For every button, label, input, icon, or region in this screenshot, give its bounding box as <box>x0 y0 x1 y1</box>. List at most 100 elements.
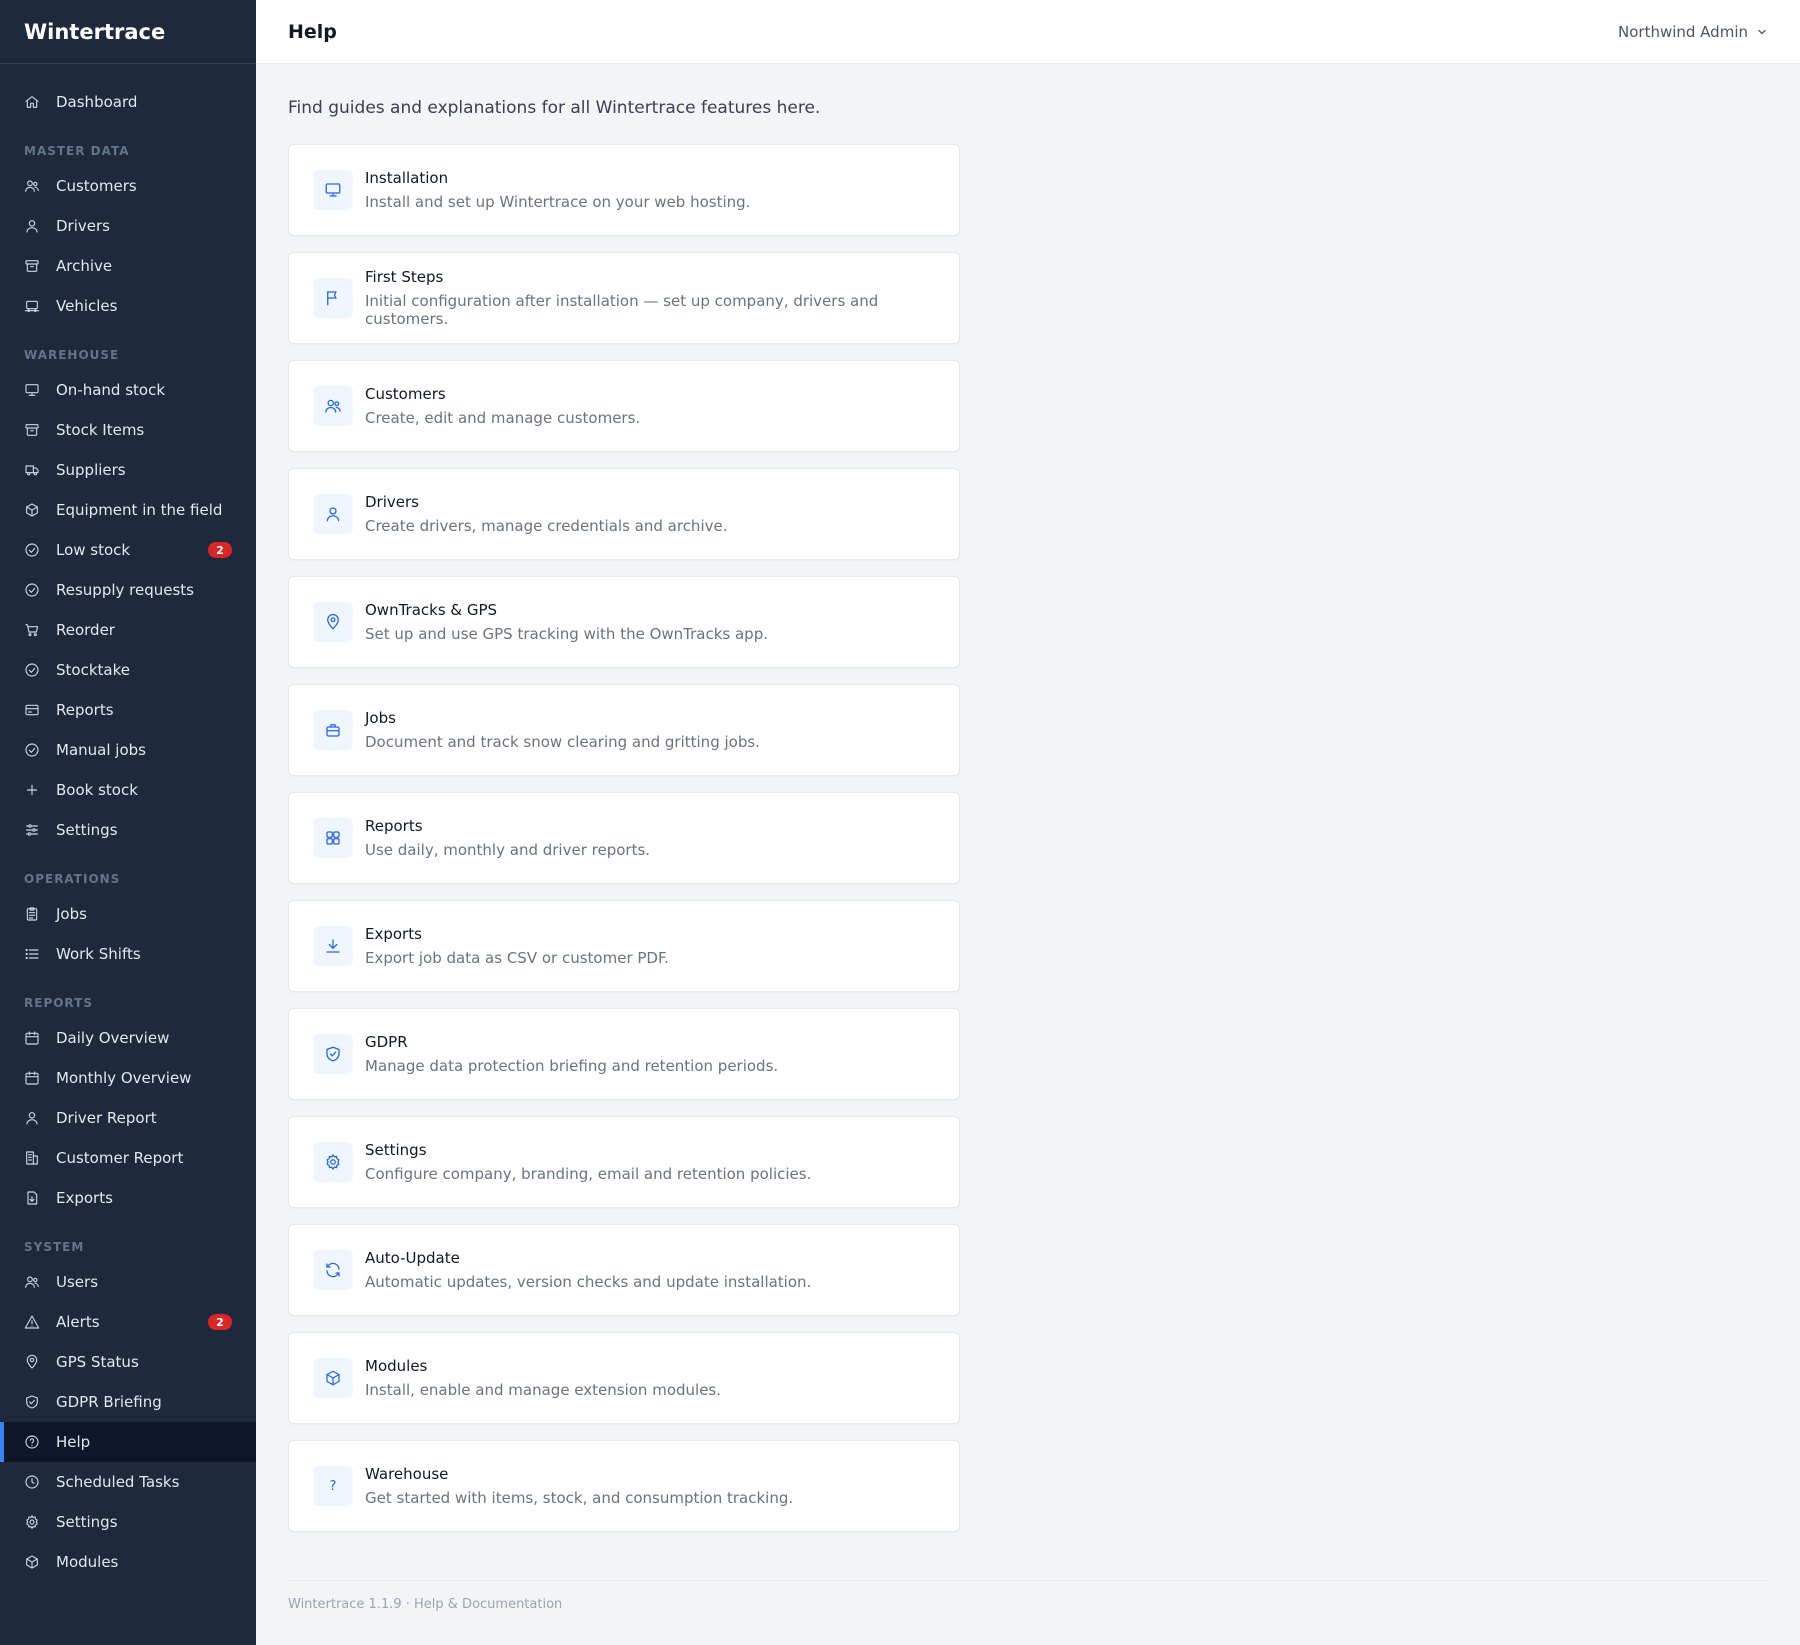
sidebar-item-users[interactable]: Users <box>0 1262 256 1302</box>
sidebar-item-stocktake[interactable]: Stocktake <box>0 650 256 690</box>
question-mark-icon: ? <box>313 1466 353 1506</box>
help-card-installation[interactable]: Installation Install and set up Wintertra… <box>288 144 960 236</box>
user-name: Northwind Admin <box>1618 22 1748 41</box>
users-icon <box>24 1274 40 1290</box>
sidebar-item-reorder[interactable]: Reorder <box>0 610 256 650</box>
help-card-description: Configure company, branding, email and r… <box>365 1165 812 1183</box>
sidebar-item-reports-wh[interactable]: Reports <box>0 690 256 730</box>
help-card-title: Reports <box>365 817 423 835</box>
footer-text: Wintertrace 1.1.9 · Help & Documentation <box>288 1597 563 1612</box>
sidebar-item-work-shifts[interactable]: Work Shifts <box>0 934 256 974</box>
download-icon <box>313 926 353 966</box>
help-card-text: Jobs Document and track snow clearing and… <box>365 709 760 751</box>
sidebar-item-label: Dashboard <box>56 93 138 111</box>
sidebar-item-stock-items[interactable]: Stock Items <box>0 410 256 450</box>
sidebar-item-exports[interactable]: Exports <box>0 1178 256 1218</box>
sidebar-item-resupply[interactable]: Resupply requests <box>0 570 256 610</box>
sidebar-item-customers[interactable]: Customers <box>0 166 256 206</box>
help-card-title: Warehouse <box>365 1465 449 1483</box>
sidebar-item-daily-overview[interactable]: Daily Overview <box>0 1018 256 1058</box>
list-icon <box>24 946 40 962</box>
help-card-description: Use daily, monthly and driver reports. <box>365 841 651 859</box>
sidebar-item-scheduled-tasks[interactable]: Scheduled Tasks <box>0 1462 256 1502</box>
sidebar-item-monthly-overview[interactable]: Monthly Overview <box>0 1058 256 1098</box>
cube-icon <box>313 1358 353 1398</box>
user-icon <box>313 494 353 534</box>
calendar-icon <box>24 1070 40 1086</box>
sidebar-item-on-hand-stock[interactable]: On-hand stock <box>0 370 256 410</box>
check-circle-icon <box>24 662 40 678</box>
top-bar: Help Northwind Admin <box>256 0 1800 64</box>
sidebar-item-drivers[interactable]: Drivers <box>0 206 256 246</box>
user-icon <box>24 218 40 234</box>
help-card-text: Installation Install and set up Wintertra… <box>365 169 750 211</box>
help-card-warehouse[interactable]: ? Warehouse Get started with items, stock,… <box>288 1440 960 1532</box>
help-card-text: Customers Create, edit and manage custome… <box>365 385 640 427</box>
flag-icon <box>313 278 353 318</box>
sidebar-item-label: On-hand stock <box>56 381 166 399</box>
help-card-modules[interactable]: Modules Install, enable and manage extens… <box>288 1332 960 1424</box>
sidebar-item-settings-wh[interactable]: Settings <box>0 810 256 850</box>
sidebar-item-label: Vehicles <box>56 297 118 315</box>
sidebar-item-manual-jobs[interactable]: Manual jobs <box>0 730 256 770</box>
sidebar-item-archive[interactable]: Archive <box>0 246 256 286</box>
sidebar-item-customer-report[interactable]: Customer Report <box>0 1138 256 1178</box>
help-card-exports[interactable]: Exports Export job data as CSV or custome… <box>288 900 960 992</box>
sidebar-item-driver-report[interactable]: Driver Report <box>0 1098 256 1138</box>
help-card-title: Auto-Update <box>365 1249 460 1267</box>
help-card-description: Create drivers, manage credentials and a… <box>365 517 728 535</box>
help-card-settings[interactable]: Settings Configure company, branding, ema… <box>288 1116 960 1208</box>
sidebar-item-book-stock[interactable]: Book stock <box>0 770 256 810</box>
gear-icon <box>313 1142 353 1182</box>
help-card-description: Initial configuration after installation… <box>365 292 879 328</box>
user-menu[interactable]: Northwind Admin <box>1618 23 1768 41</box>
help-card-drivers[interactable]: Drivers Create drivers, manage credential… <box>288 468 960 560</box>
help-card-auto-update[interactable]: Auto-Update Automatic updates, version ch… <box>288 1224 960 1316</box>
help-card-text: First Steps Initial configuration after i… <box>365 268 935 328</box>
sidebar-section-heading: OPERATIONS <box>24 872 121 886</box>
sidebar-item-label: GDPR Briefing <box>56 1393 162 1411</box>
help-card-jobs[interactable]: Jobs Document and track snow clearing and… <box>288 684 960 776</box>
sidebar-item-modules[interactable]: Modules <box>0 1542 256 1582</box>
help-card-description: Create, edit and manage customers. <box>365 409 641 427</box>
sidebar-item-settings[interactable]: Settings <box>0 1502 256 1542</box>
help-card-description: Install and set up Wintertrace on your w… <box>365 193 751 211</box>
help-card-customers[interactable]: Customers Create, edit and manage custome… <box>288 360 960 452</box>
help-card-title: Settings <box>365 1141 427 1159</box>
help-card-first-steps[interactable]: First Steps Initial configuration after i… <box>288 252 960 344</box>
pin-icon <box>313 602 353 642</box>
sidebar-item-jobs[interactable]: Jobs <box>0 894 256 934</box>
sidebar-item-gps-status[interactable]: GPS Status <box>0 1342 256 1382</box>
sidebar-item-vehicles[interactable]: Vehicles <box>0 286 256 326</box>
sidebar-item-dashboard[interactable]: Dashboard <box>0 82 256 122</box>
sidebar-item-low-stock[interactable]: Low stock 2 <box>0 530 256 570</box>
help-card-text: GDPR Manage data protection briefing and … <box>365 1033 778 1075</box>
truck-screen-icon <box>24 298 40 314</box>
app-logo-text[interactable]: Wintertrace <box>0 0 256 64</box>
users-icon <box>24 178 40 194</box>
check-circle-icon <box>24 582 40 598</box>
help-card-gdpr[interactable]: GDPR Manage data protection briefing and … <box>288 1008 960 1100</box>
sidebar-item-label: Settings <box>56 1513 118 1531</box>
sidebar-section-heading: SYSTEM <box>24 1240 85 1254</box>
cube-icon <box>24 1554 40 1570</box>
sidebar-item-alerts[interactable]: Alerts 2 <box>0 1302 256 1342</box>
sidebar-item-label: Driver Report <box>56 1109 157 1127</box>
sidebar-item-label: Stock Items <box>56 421 145 439</box>
sidebar-section-heading: WAREHOUSE <box>24 348 120 362</box>
sidebar-item-equipment[interactable]: Equipment in the field <box>0 490 256 530</box>
sidebar-item-help[interactable]: Help <box>0 1422 256 1462</box>
help-card-text: Auto-Update Automatic updates, version ch… <box>365 1249 811 1291</box>
sidebar-item-label: Alerts <box>56 1313 100 1331</box>
help-card-owntracks-gps[interactable]: OwnTracks & GPS Set up and use GPS tracki… <box>288 576 960 668</box>
help-card-description: Export job data as CSV or customer PDF. <box>365 949 669 967</box>
help-card-description: Automatic updates, version checks and up… <box>365 1273 812 1291</box>
sidebar-item-gdpr-briefing[interactable]: GDPR Briefing <box>0 1382 256 1422</box>
sidebar-section-heading: REPORTS <box>24 996 93 1010</box>
sidebar-item-label: Customer Report <box>56 1149 184 1167</box>
plus-icon <box>24 782 40 798</box>
sidebar-item-suppliers[interactable]: Suppliers <box>0 450 256 490</box>
refresh-icon <box>313 1250 353 1290</box>
help-card-reports[interactable]: Reports Use daily, monthly and driver rep… <box>288 792 960 884</box>
grid-icon <box>313 818 353 858</box>
